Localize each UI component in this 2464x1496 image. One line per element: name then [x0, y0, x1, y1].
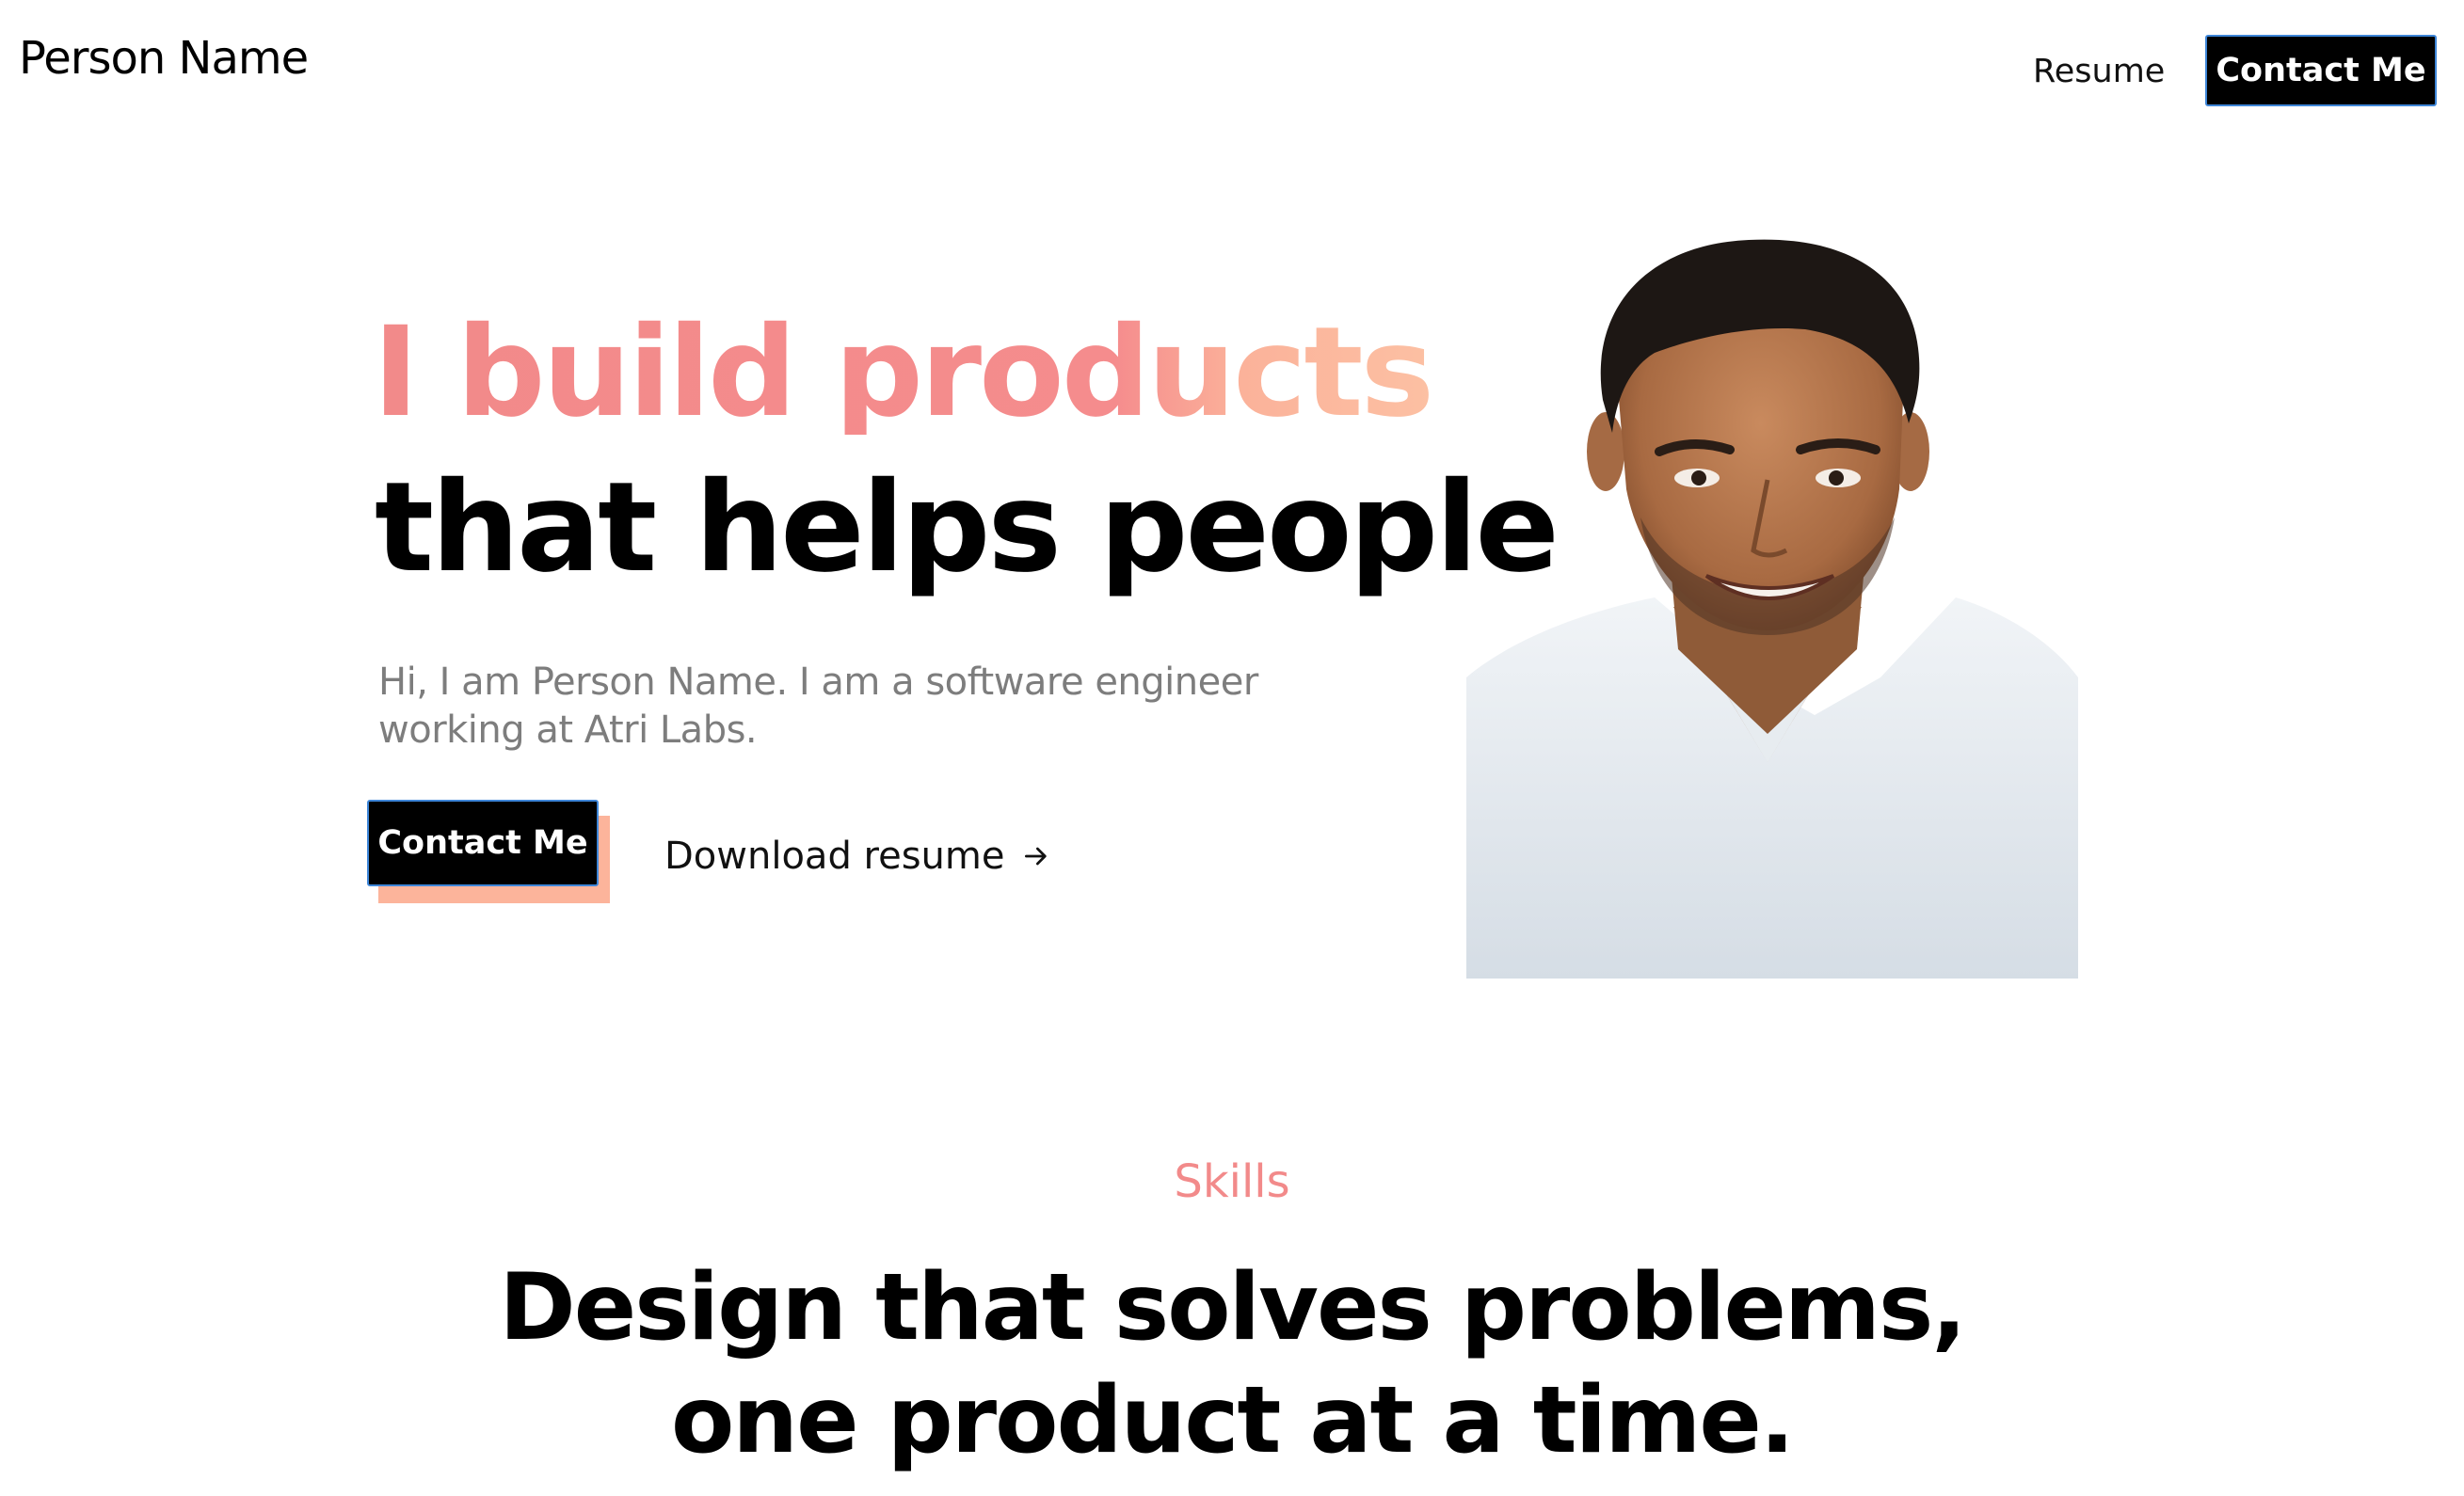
- skills-heading-line2: one product at a time.: [670, 1367, 1795, 1474]
- hero-intro-text: Hi, I am Person Name. I am a software en…: [378, 660, 1258, 752]
- contact-me-button[interactable]: Contact Me: [367, 800, 599, 886]
- download-resume-link[interactable]: Download resume: [664, 835, 1051, 878]
- skills-label: Skills: [1174, 1155, 1290, 1208]
- skills-heading: Design that solves problems, one product…: [0, 1251, 2464, 1477]
- download-resume-label: Download resume: [664, 835, 1005, 878]
- portfolio-page: Person Name Resume Contact Me I build pr…: [0, 0, 2464, 1496]
- hero-cta: Contact Me: [367, 800, 610, 903]
- nav-contact-button[interactable]: Contact Me: [2205, 35, 2437, 106]
- brand-name[interactable]: Person Name: [19, 32, 309, 85]
- skills-heading-line1: Design that solves problems,: [499, 1254, 1966, 1361]
- nav-resume-link[interactable]: Resume: [2033, 53, 2165, 90]
- portrait-photo: [1466, 239, 2078, 979]
- hero-title-line2: that helps people: [375, 455, 1560, 600]
- hero-title-line1: I build products: [373, 300, 1434, 445]
- arrow-right-icon: [1025, 847, 1048, 866]
